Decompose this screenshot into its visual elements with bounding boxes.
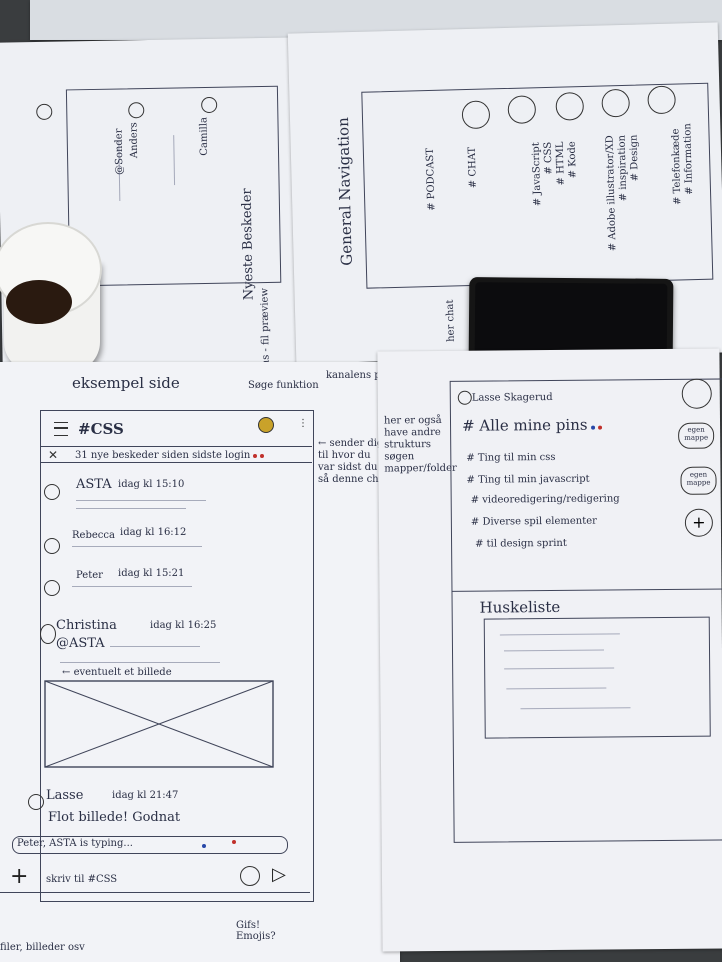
message-time-3: idag kl 16:25: [150, 620, 217, 631]
typing-text: Peter, ASTA is typing...: [17, 838, 133, 849]
nav-section-3: # Design: [628, 134, 641, 182]
nav-section-10: # JavaScript: [530, 142, 544, 207]
channel-title: #CSS: [78, 420, 124, 438]
sidebar-avatar[interactable]: [681, 378, 712, 409]
avatar-peter: [36, 103, 53, 120]
pin-item[interactable]: # Ting til min css: [466, 452, 555, 464]
pins-sheet: her er også have andre strukturs søgen m…: [377, 348, 722, 952]
message-time-1: idag kl 16:12: [120, 527, 187, 538]
user-name: Lasse Skagerud: [471, 391, 553, 404]
pin-item[interactable]: # videoredigering/redigering: [471, 493, 620, 505]
general-navigation-title: General Navigation: [333, 117, 356, 266]
pin-item[interactable]: # til design sprint: [475, 538, 567, 550]
typing-indicator: Peter, ASTA is typing...: [12, 836, 288, 854]
send-icon[interactable]: ▷: [272, 864, 286, 885]
message-time-4: idag kl 21:47: [112, 790, 179, 801]
nav-section-0: # Information: [682, 123, 696, 195]
nav-section-14: # CHAT: [466, 146, 479, 189]
todo-list-title: Huskeliste: [479, 597, 561, 617]
attachments-note: filer, billeder osv: [0, 942, 85, 953]
example-page-sheet: eksempel side Søge funktion kanalens pin…: [0, 362, 400, 962]
search-function-note: Søge funktion: [248, 380, 319, 391]
nav-section-9: # CSS: [542, 141, 555, 175]
message-name-1: Rebecca: [72, 530, 115, 541]
search-icon[interactable]: [258, 417, 274, 433]
message-text-3: @ASTA: [56, 636, 105, 651]
example-page-title: eksempel side: [72, 374, 180, 392]
nav-section-17: # PODCAST: [424, 147, 438, 212]
avatar: [40, 624, 56, 644]
coffee-cup: [0, 222, 110, 382]
menu-icon[interactable]: [54, 422, 68, 436]
new-messages-banner[interactable]: 31 nye beskeder siden sidste login: [75, 450, 265, 461]
options-icon[interactable]: ⋮: [298, 419, 308, 429]
add-folder-button[interactable]: +: [684, 508, 714, 537]
coffee: [6, 280, 72, 324]
message-input[interactable]: skriv til #CSS: [46, 874, 117, 885]
folder-button-2[interactable]: egen mappe: [680, 466, 717, 495]
message-name-4: Lasse: [46, 788, 84, 803]
structure-note: her er også have andre strukturs søgen m…: [383, 414, 457, 475]
message-name-0: ASTA: [76, 477, 112, 492]
gif-note: Gifs! Emojis?: [236, 920, 276, 942]
message-time-2: idag kl 15:21: [118, 568, 185, 579]
add-attachment-icon[interactable]: +: [10, 866, 28, 888]
message-time-0: idag kl 15:10: [118, 479, 185, 490]
image-note: ← eventuelt et billede: [62, 667, 172, 678]
pin-item[interactable]: # Diverse spil elementer: [471, 516, 597, 528]
user-avatar: [457, 390, 472, 405]
avatar: [44, 538, 60, 554]
pins-title: # Alle mine pins: [462, 416, 602, 435]
message-name-2: Peter: [76, 570, 103, 581]
avatar: [44, 580, 60, 596]
phone-note: her chat: [444, 299, 457, 342]
nav-section-4: # inspiration: [616, 134, 630, 202]
folder-button-1[interactable]: egen mappe: [678, 422, 715, 449]
avatar: [28, 794, 44, 810]
nav-section-1: # Telefonkæde: [670, 128, 684, 206]
pin-item[interactable]: # Ting til min javascript: [466, 474, 589, 486]
avatar: [44, 484, 60, 500]
emoji-icon[interactable]: [240, 866, 260, 886]
message-name-3: Christina: [56, 618, 117, 633]
message-text-4: Flot billede! Godnat: [48, 810, 181, 825]
nav-section-7: # Kode: [566, 141, 579, 179]
image-placeholder: [44, 680, 274, 768]
nav-section-8: # HTML: [554, 141, 567, 186]
close-icon[interactable]: ✕: [48, 448, 58, 462]
